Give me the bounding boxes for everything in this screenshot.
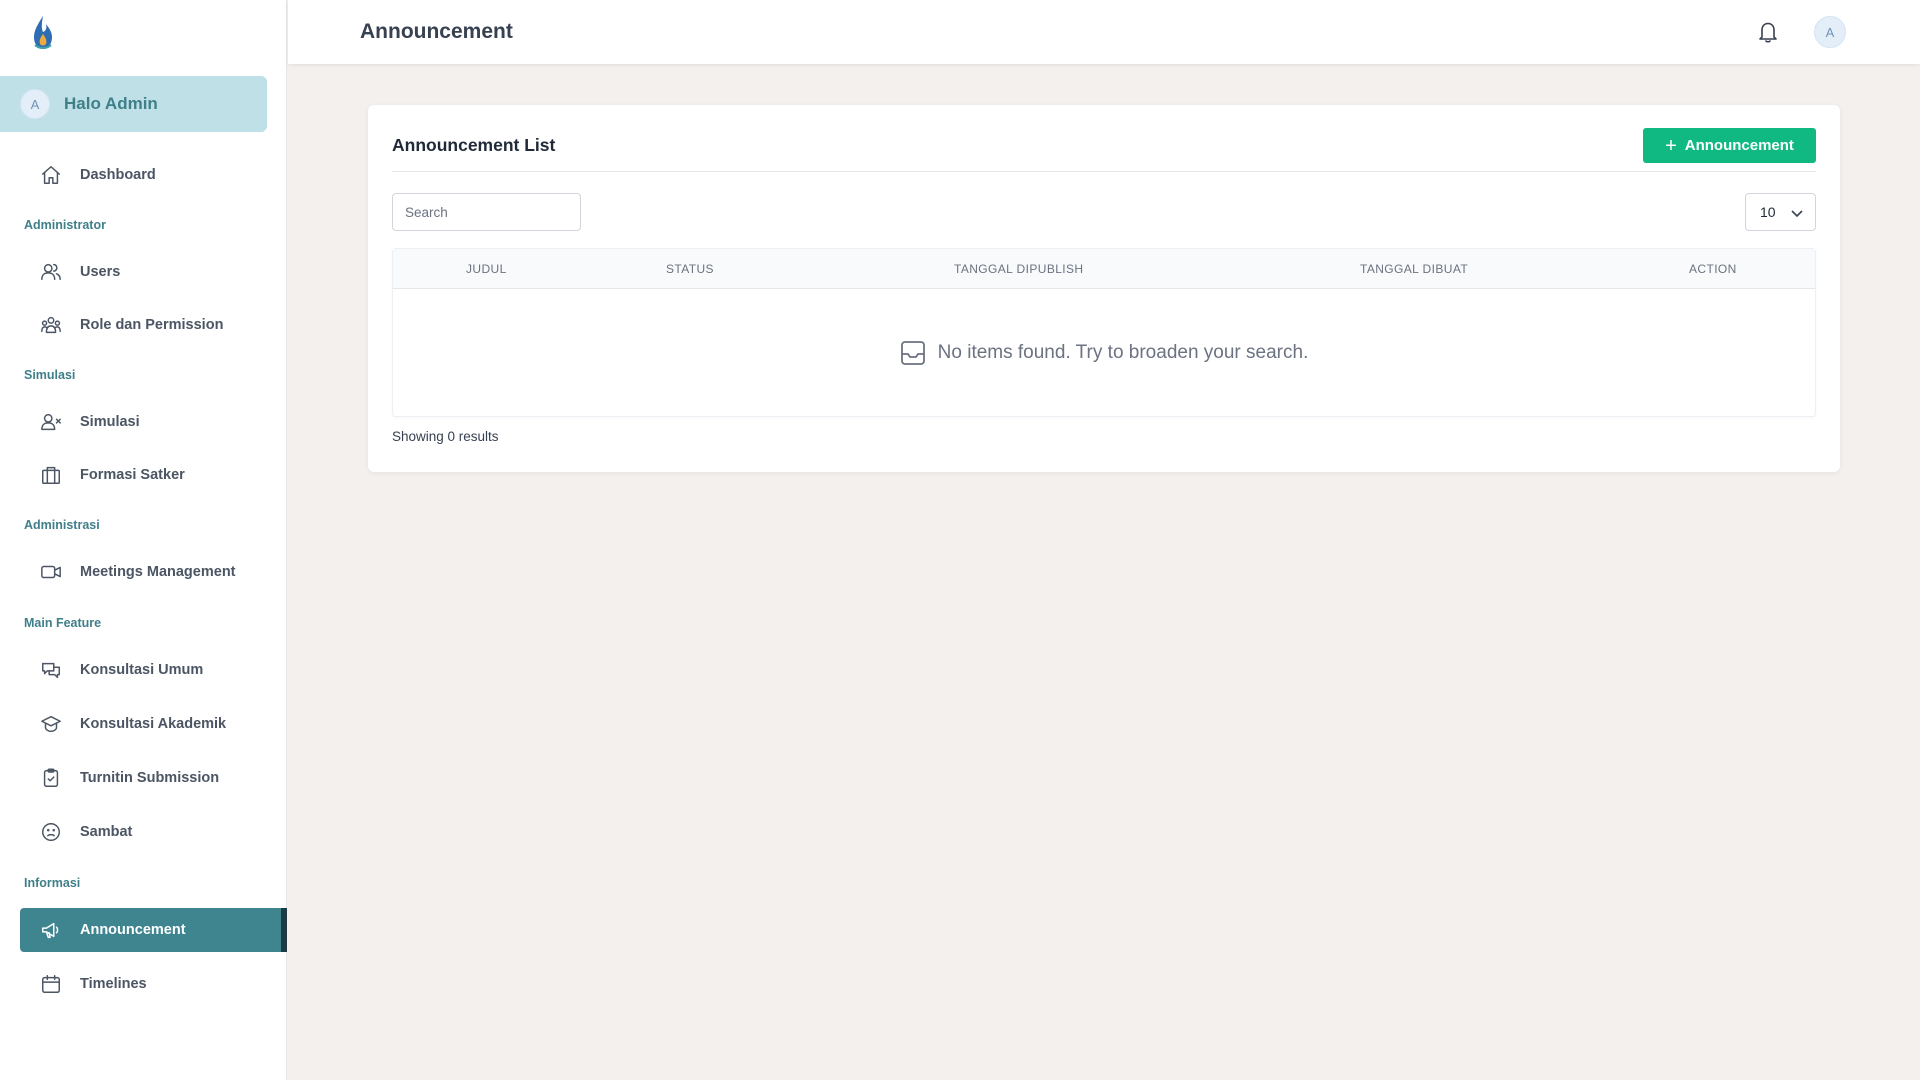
results-count: Showing 0 results bbox=[392, 429, 499, 444]
sidebar-item-users[interactable]: Users bbox=[20, 250, 287, 294]
empty-state: No items found. Try to broaden your sear… bbox=[393, 289, 1815, 417]
sidebar-item-timelines[interactable]: Timelines bbox=[20, 962, 287, 1006]
emoji-sad-icon bbox=[42, 823, 60, 841]
sidebar-item-dashboard[interactable]: Dashboard bbox=[20, 153, 287, 197]
user-group-icon bbox=[41, 316, 61, 334]
sidebar-item-simulasi[interactable]: Simulasi bbox=[20, 400, 287, 444]
user-card[interactable]: A Halo Admin bbox=[0, 76, 267, 132]
clipboard-check-icon bbox=[43, 768, 59, 787]
user-remove-icon bbox=[41, 413, 61, 431]
sidebar-item-turnitin-submission[interactable]: Turnitin Submission bbox=[20, 756, 287, 800]
sidebar-item-label: Konsultasi Umum bbox=[80, 662, 204, 678]
column-header-tanggal-dibuat[interactable]: TANGGAL DIBUAT bbox=[1360, 262, 1468, 276]
logo-icon[interactable] bbox=[30, 14, 56, 52]
user-greeting: Halo Admin bbox=[64, 94, 158, 113]
section-label-administrasi: Administrasi bbox=[24, 518, 100, 532]
home-icon bbox=[42, 166, 60, 184]
topbar: Announcement A bbox=[288, 0, 1920, 64]
page-title: Announcement bbox=[360, 20, 513, 43]
sidebar-item-label: Sambat bbox=[80, 824, 133, 840]
building-icon bbox=[42, 466, 60, 484]
sidebar-item-label: Dashboard bbox=[80, 167, 156, 183]
column-header-tanggal-dipublish[interactable]: TANGGAL DIPUBLISH bbox=[954, 262, 1084, 276]
sidebar-item-label: Formasi Satker bbox=[80, 467, 185, 483]
sidebar-item-konsultasi-umum[interactable]: Konsultasi Umum bbox=[20, 648, 287, 692]
section-label-informasi: Informasi bbox=[24, 876, 81, 890]
avatar: A bbox=[20, 89, 50, 119]
sidebar-item-label: Timelines bbox=[80, 976, 147, 992]
announcement-table: JUDUL STATUS TANGGAL DIPUBLISH TANGGAL D… bbox=[392, 248, 1816, 417]
section-label-administrator: Administrator bbox=[24, 218, 106, 232]
sidebar-item-label: Meetings Management bbox=[80, 564, 236, 580]
sidebar: A Halo Admin Dashboard Administrator Use… bbox=[0, 0, 287, 1080]
sidebar-item-sambat[interactable]: Sambat bbox=[20, 810, 287, 854]
column-header-action: ACTION bbox=[1689, 262, 1737, 276]
sidebar-item-label: Konsultasi Akademik bbox=[80, 716, 227, 732]
card-title: Announcement List bbox=[392, 135, 556, 155]
academic-cap-icon bbox=[41, 715, 61, 733]
bell-icon[interactable] bbox=[1757, 20, 1779, 44]
empty-message: No items found. Try to broaden your sear… bbox=[937, 342, 1309, 363]
sidebar-item-label: Announcement bbox=[80, 922, 186, 938]
column-header-judul[interactable]: JUDUL bbox=[466, 262, 507, 276]
plus-icon: + bbox=[1665, 134, 1677, 157]
sidebar-item-formasi-satker[interactable]: Formasi Satker bbox=[20, 453, 287, 497]
sidebar-item-label: Simulasi bbox=[80, 414, 140, 430]
column-header-status[interactable]: STATUS bbox=[666, 262, 714, 276]
search-input[interactable] bbox=[392, 193, 581, 231]
per-page-value: 10 bbox=[1760, 204, 1776, 220]
sidebar-item-label: Turnitin Submission bbox=[80, 770, 220, 786]
sidebar-item-label: Users bbox=[80, 264, 121, 280]
divider bbox=[392, 171, 1816, 172]
calendar-icon bbox=[42, 975, 60, 993]
chevron-down-icon bbox=[1791, 210, 1803, 218]
chat-icon bbox=[42, 662, 60, 679]
sidebar-item-konsultasi-akademik[interactable]: Konsultasi Akademik bbox=[20, 702, 287, 746]
megaphone-icon bbox=[42, 922, 59, 939]
sidebar-item-role-permission[interactable]: Role dan Permission bbox=[20, 303, 287, 347]
sidebar-item-label: Role dan Permission bbox=[80, 317, 224, 333]
announcement-card: Announcement List + Announcement 10 JUDU… bbox=[368, 105, 1840, 472]
avatar[interactable]: A bbox=[1814, 16, 1846, 48]
users-icon bbox=[41, 263, 61, 281]
table-header: JUDUL STATUS TANGGAL DIPUBLISH TANGGAL D… bbox=[393, 249, 1815, 289]
section-label-simulasi: Simulasi bbox=[24, 368, 76, 382]
video-camera-icon bbox=[41, 565, 61, 579]
per-page-select[interactable]: 10 bbox=[1745, 193, 1816, 231]
sidebar-item-announcement[interactable]: Announcement bbox=[20, 908, 287, 952]
inbox-icon bbox=[900, 341, 925, 365]
sidebar-item-meetings-management[interactable]: Meetings Management bbox=[20, 550, 287, 594]
section-label-main-feature: Main Feature bbox=[24, 616, 102, 630]
add-announcement-label: Announcement bbox=[1684, 137, 1794, 154]
add-announcement-button[interactable]: + Announcement bbox=[1643, 128, 1816, 163]
